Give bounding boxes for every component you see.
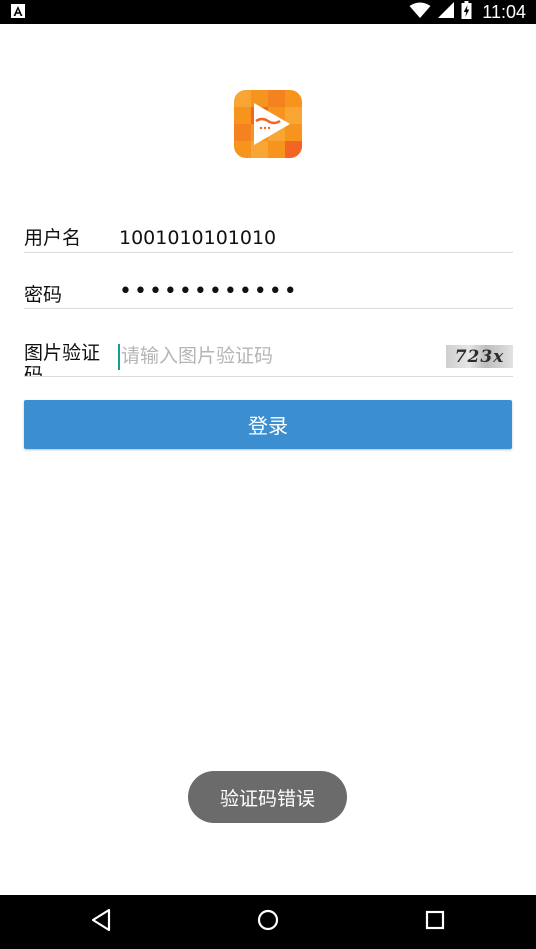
wifi-icon	[409, 2, 431, 23]
home-button[interactable]	[252, 906, 284, 938]
captcha-row: 图片验证码 723x	[24, 338, 513, 377]
status-bar: 11:04	[0, 0, 536, 24]
login-button[interactable]: 登录	[24, 400, 512, 449]
recent-apps-icon	[424, 909, 446, 935]
home-icon	[256, 908, 280, 936]
username-label: 用户名	[24, 227, 82, 249]
captcha-label: 图片验证码	[24, 342, 101, 377]
status-icons: 11:04	[409, 0, 526, 24]
status-time: 11:04	[482, 1, 526, 22]
username-row: 用户名 1001010101010	[24, 222, 513, 253]
captcha-image-text: 723x	[454, 346, 505, 367]
battery-icon	[461, 1, 472, 23]
video-play-logo-icon	[234, 90, 302, 158]
captcha-image[interactable]: 723x	[446, 345, 513, 368]
captcha-input[interactable]	[118, 342, 441, 370]
app-notification-icon	[10, 3, 26, 19]
back-button[interactable]	[85, 906, 117, 938]
recent-apps-button[interactable]	[419, 906, 451, 938]
password-row: 密码 ••••••••••••	[24, 280, 513, 309]
back-icon	[90, 908, 112, 936]
password-label: 密码	[24, 284, 63, 306]
navigation-bar	[0, 895, 536, 949]
login-screen: 11:04 用户名 1001010101010 密码 ••••••••••••	[0, 0, 536, 949]
signal-icon	[437, 1, 455, 23]
username-field[interactable]: 1001010101010	[119, 226, 276, 250]
error-toast: 验证码错误	[188, 771, 347, 823]
text-cursor	[118, 344, 120, 370]
password-field[interactable]: ••••••••••••	[119, 280, 299, 304]
